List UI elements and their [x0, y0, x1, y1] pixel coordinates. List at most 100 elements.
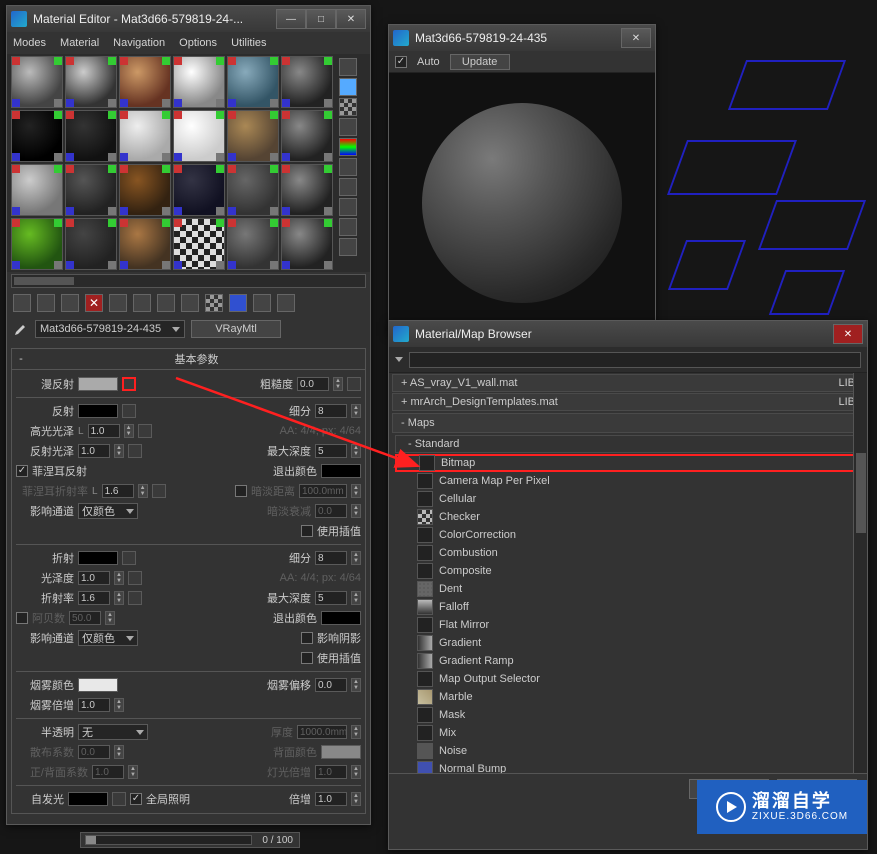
- fogbias-spinner[interactable]: 0.0: [315, 678, 347, 692]
- auto-checkbox[interactable]: [395, 56, 407, 68]
- material-slot[interactable]: [173, 164, 225, 216]
- reflgloss-spinner[interactable]: 1.0: [78, 444, 110, 458]
- make-preview-icon[interactable]: [339, 158, 357, 176]
- refract-swatch[interactable]: [78, 551, 118, 565]
- material-slot[interactable]: [65, 218, 117, 270]
- spinner-buttons[interactable]: ▲▼: [351, 444, 361, 458]
- refract-map-button[interactable]: [122, 551, 136, 565]
- map-item[interactable]: Checker: [389, 508, 867, 526]
- extra-icon[interactable]: [339, 238, 357, 256]
- browser-titlebar[interactable]: Material/Map Browser ✕: [389, 321, 867, 347]
- material-slot[interactable]: [281, 56, 333, 108]
- fresnel-checkbox[interactable]: [16, 465, 28, 477]
- reflect-map-button[interactable]: [122, 404, 136, 418]
- spinner-buttons[interactable]: ▲▼: [351, 765, 361, 779]
- fogcolor-swatch[interactable]: [78, 678, 118, 692]
- background-icon[interactable]: [339, 98, 357, 116]
- map-item[interactable]: Cellular: [389, 490, 867, 508]
- assign-selection-icon[interactable]: [61, 294, 79, 312]
- lightmult-spinner[interactable]: 1.0: [315, 765, 347, 779]
- spinner-buttons[interactable]: ▲▼: [114, 444, 124, 458]
- backcolor-swatch[interactable]: [321, 745, 361, 759]
- spinner-buttons[interactable]: ▲▼: [105, 611, 115, 625]
- spinner-buttons[interactable]: ▲▼: [114, 745, 124, 759]
- get-material-icon[interactable]: [13, 294, 31, 312]
- roughness-spinner[interactable]: 0.0: [297, 377, 329, 391]
- material-slot[interactable]: [119, 164, 171, 216]
- eyedropper-icon[interactable]: [13, 321, 29, 337]
- spinner-buttons[interactable]: ▲▼: [351, 404, 361, 418]
- selfillum-swatch[interactable]: [68, 792, 108, 806]
- material-slot[interactable]: [227, 110, 279, 162]
- gi-checkbox[interactable]: [130, 793, 142, 805]
- show-map-icon[interactable]: [205, 294, 223, 312]
- close-button[interactable]: ✕: [621, 28, 651, 48]
- search-options-icon[interactable]: [395, 357, 403, 362]
- make-unique-icon[interactable]: [133, 294, 151, 312]
- map-item-bitmap[interactable]: Bitmap: [395, 454, 861, 472]
- update-button[interactable]: Update: [450, 54, 510, 70]
- material-slot[interactable]: [281, 218, 333, 270]
- hilight-map-button[interactable]: [138, 424, 152, 438]
- reflect-swatch[interactable]: [78, 404, 118, 418]
- spinner-buttons[interactable]: ▲▼: [128, 765, 138, 779]
- spinner-buttons[interactable]: ▲▼: [114, 591, 124, 605]
- material-slot[interactable]: [119, 218, 171, 270]
- material-slot[interactable]: [65, 110, 117, 162]
- dimdist-spinner[interactable]: 100.0mm: [299, 484, 347, 498]
- rollout-area[interactable]: - 基本参数 漫反射 粗糙度 0.0 ▲▼ 反射 细分 8: [7, 342, 370, 816]
- map-item[interactable]: Falloff: [389, 598, 867, 616]
- map-item[interactable]: Flat Mirror: [389, 616, 867, 634]
- gloss-map-button[interactable]: [128, 571, 142, 585]
- subdiv-spinner[interactable]: 8: [315, 404, 347, 418]
- dimdist-checkbox[interactable]: [235, 485, 247, 497]
- fwdback-spinner[interactable]: 1.0: [92, 765, 124, 779]
- material-slot[interactable]: [65, 164, 117, 216]
- material-slot[interactable]: [227, 164, 279, 216]
- exitcolor-swatch[interactable]: [321, 464, 361, 478]
- maxdepth2-spinner[interactable]: 5: [315, 591, 347, 605]
- material-id-icon[interactable]: [181, 294, 199, 312]
- map-item[interactable]: Noise: [389, 742, 867, 760]
- map-item[interactable]: Mix: [389, 724, 867, 742]
- sample-uv-icon[interactable]: [339, 118, 357, 136]
- video-color-icon[interactable]: [339, 138, 357, 156]
- refr-subdiv-spinner[interactable]: 8: [315, 551, 347, 565]
- standard-group-header[interactable]: - Standard: [395, 435, 861, 453]
- preview-titlebar[interactable]: Mat3d66-579819-24-435 ✕: [389, 25, 655, 51]
- slot-scrollbar[interactable]: [11, 274, 366, 288]
- map-item[interactable]: Map Output Selector: [389, 670, 867, 688]
- map-item[interactable]: Composite: [389, 562, 867, 580]
- close-button[interactable]: ✕: [336, 9, 366, 29]
- material-slot[interactable]: [11, 56, 63, 108]
- map-item[interactable]: Marble: [389, 688, 867, 706]
- dimfall-spinner[interactable]: 0.0: [315, 504, 347, 518]
- spinner-buttons[interactable]: ▲▼: [351, 725, 361, 739]
- scatter-spinner[interactable]: 0.0: [78, 745, 110, 759]
- mult-spinner[interactable]: 1.0: [315, 792, 347, 806]
- spinner-buttons[interactable]: ▲▼: [333, 377, 343, 391]
- material-slot[interactable]: [11, 164, 63, 216]
- map-item[interactable]: Gradient Ramp: [389, 652, 867, 670]
- material-slot[interactable]: [281, 110, 333, 162]
- material-slot[interactable]: [11, 110, 63, 162]
- maps-group-header[interactable]: - Maps: [392, 413, 864, 433]
- maximize-button[interactable]: □: [306, 9, 336, 29]
- material-name-dropdown[interactable]: Mat3d66-579819-24-435: [35, 320, 185, 338]
- map-item[interactable]: ColorCorrection: [389, 526, 867, 544]
- menu-material[interactable]: Material: [60, 37, 99, 49]
- spinner-buttons[interactable]: ▲▼: [114, 571, 124, 585]
- rollout-header-basic[interactable]: - 基本参数: [11, 348, 366, 370]
- material-slot[interactable]: [119, 110, 171, 162]
- map-item[interactable]: Camera Map Per Pixel: [389, 472, 867, 490]
- menu-modes[interactable]: Modes: [13, 37, 46, 49]
- spinner-buttons[interactable]: ▲▼: [114, 698, 124, 712]
- spinner-buttons[interactable]: ▲▼: [351, 551, 361, 565]
- material-slot[interactable]: [173, 110, 225, 162]
- go-parent-icon[interactable]: [253, 294, 271, 312]
- map-item[interactable]: Mask: [389, 706, 867, 724]
- thickness-spinner[interactable]: 1000.0mm: [297, 725, 347, 739]
- sample-type-icon[interactable]: [339, 58, 357, 76]
- trans-dropdown[interactable]: 无: [78, 724, 148, 740]
- map-item[interactable]: Combustion: [389, 544, 867, 562]
